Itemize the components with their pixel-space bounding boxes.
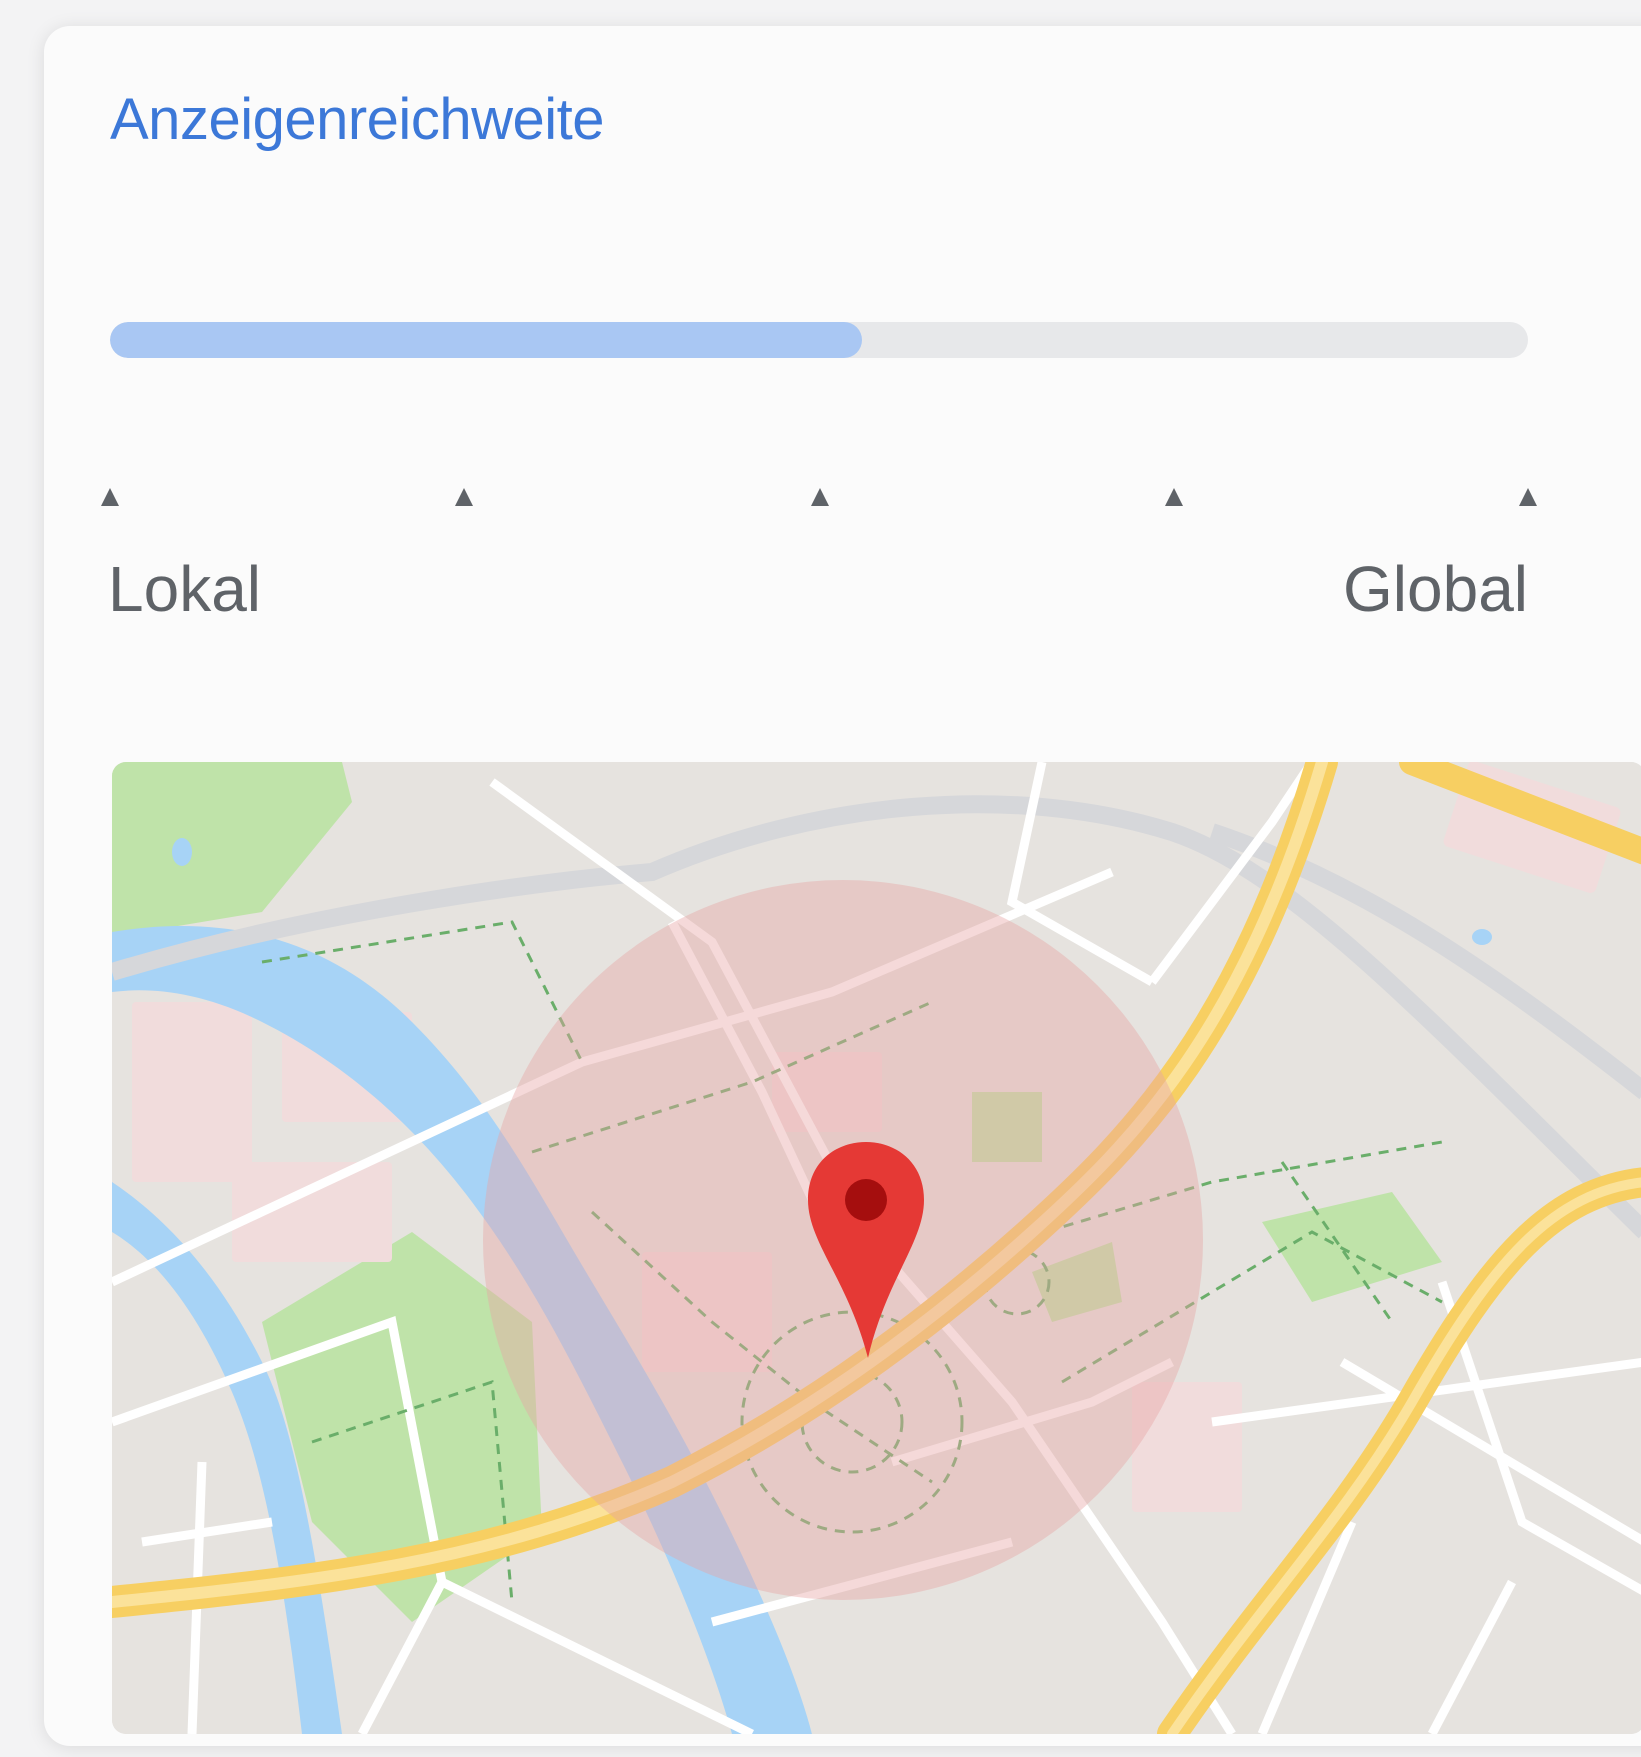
slider-min-label: Lokal	[108, 553, 261, 625]
slider-max-label: Global	[1343, 553, 1528, 625]
reach-slider-fill[interactable]	[110, 322, 862, 358]
slider-tick-5	[1519, 488, 1537, 506]
slider-tick-2	[455, 488, 473, 506]
reach-map[interactable]	[112, 762, 1641, 1734]
card-title: Anzeigenreichweite	[110, 87, 604, 152]
slider-tick-4	[1165, 488, 1183, 506]
map-image	[112, 762, 1641, 1734]
slider-tick-1	[101, 488, 119, 506]
slider-tick-3	[811, 488, 829, 506]
ad-reach-card: Anzeigenreichweite Lokal Global	[44, 26, 1641, 1746]
reach-slider-track[interactable]	[110, 322, 1528, 358]
